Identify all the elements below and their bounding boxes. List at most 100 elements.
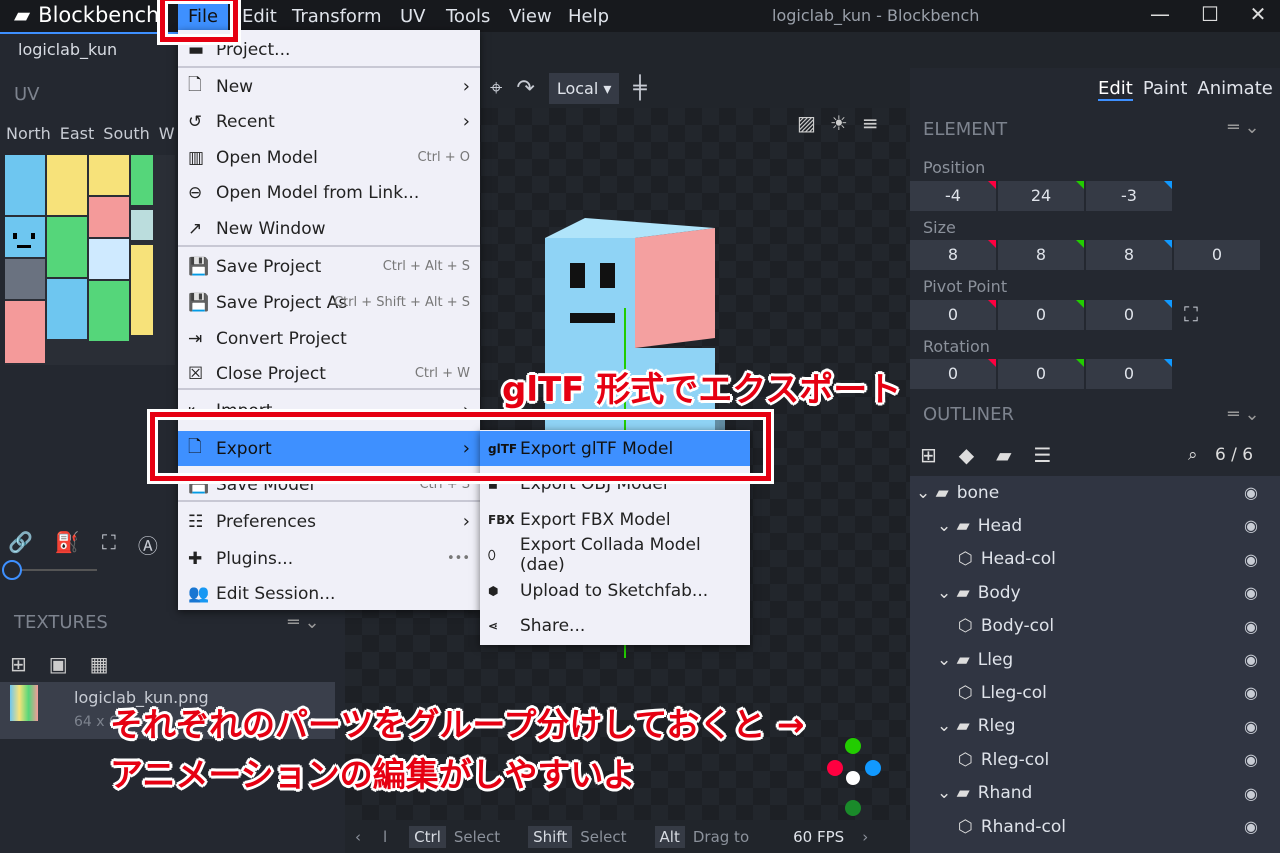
size-x[interactable]: 8 [910, 240, 996, 270]
file-menu-item-new[interactable]: 🗋 New › [178, 69, 480, 104]
visibility-eye-icon[interactable]: ◉ [1244, 817, 1258, 836]
file-menu-item-save-project-as[interactable]: 💾 Save Project As Ctrl + Shift + Alt + S [178, 285, 480, 320]
face-east[interactable]: East [60, 124, 95, 143]
collapse-icon[interactable]: ☰ [1034, 443, 1052, 467]
visibility-eye-icon[interactable]: ◉ [1244, 483, 1258, 502]
outliner-cube[interactable]: ⬡ Body-col ◉ [910, 610, 1270, 643]
auto-uv-icon[interactable]: Ⓐ [138, 530, 158, 559]
uv-zoom-slider[interactable] [2, 560, 97, 580]
outliner-group[interactable]: ⌄ ▰ Rleg ◉ [910, 710, 1270, 743]
file-menu-item-recent[interactable]: ↺ Recent › [178, 104, 480, 139]
outliner-group[interactable]: ⌄ ▰ Rhand ◉ [910, 777, 1270, 810]
minimize-button[interactable]: — [1145, 2, 1175, 26]
outliner-cube[interactable]: ⬡ Rhand-col ◉ [910, 810, 1270, 843]
outliner-group[interactable]: ⌄ ▰ bone ◉ [910, 476, 1270, 509]
lighting-icon[interactable]: ☀ [830, 111, 848, 135]
outliner-item-label: Head-col [980, 549, 1056, 570]
maximize-icon[interactable]: ⛶ [102, 530, 116, 559]
rotation-y[interactable]: 0 [998, 359, 1084, 389]
file-menu-item-edit-session[interactable]: 👥 Edit Session... [178, 576, 480, 611]
visibility-eye-icon[interactable]: ◉ [1244, 550, 1258, 569]
position-y[interactable]: 24 [998, 181, 1084, 211]
project-tab[interactable]: logiclab_kun [0, 32, 180, 68]
add-mesh-icon[interactable]: ◆ [959, 443, 974, 467]
maximize-button[interactable]: ☐ [1195, 2, 1225, 26]
paint-bucket-icon[interactable]: ⛽ [55, 530, 80, 559]
size-z[interactable]: 8 [1086, 240, 1172, 270]
position-x[interactable]: -4 [910, 181, 996, 211]
file-menu-item-save-project[interactable]: 💾 Save Project Ctrl + Alt + S [178, 249, 480, 284]
create-texture-icon[interactable]: ▦ [90, 652, 109, 676]
rotate-tool-icon[interactable]: ↷ [516, 76, 534, 101]
export-item-share[interactable]: ⋖ Share... [480, 609, 750, 644]
rotation-z[interactable]: 0 [1086, 359, 1172, 389]
center-icon[interactable]: ╪ [633, 76, 646, 101]
outliner-cube[interactable]: ⬡ Lleg-col ◉ [910, 676, 1270, 709]
outliner-item-label: Rhand [977, 783, 1033, 804]
import-texture-icon[interactable]: ▣ [49, 652, 68, 676]
face-south[interactable]: South [103, 124, 150, 143]
file-menu-item-plugins[interactable]: ✚ Plugins... ••• [178, 541, 480, 576]
mode-paint[interactable]: Paint [1143, 78, 1188, 101]
rotation-x[interactable]: 0 [910, 359, 996, 389]
file-menu-item-open-model[interactable]: ▥ Open Model Ctrl + O [178, 140, 480, 175]
export-item-upload-to-sketchfab[interactable]: ⬢ Upload to Sketchfab... [480, 573, 750, 608]
menu-view[interactable]: View [499, 4, 562, 30]
file-menu-item-open-model-from-link[interactable]: ⊖ Open Model from Link... [178, 175, 480, 210]
pivot-x[interactable]: 0 [910, 300, 996, 330]
link-icon[interactable]: 🔗 [8, 530, 33, 559]
scroll-right-icon[interactable]: › [862, 828, 868, 846]
visibility-eye-icon[interactable]: ◉ [1244, 784, 1258, 803]
outliner-group[interactable]: ⌄ ▰ Body ◉ [910, 576, 1270, 609]
file-menu-item-new-window[interactable]: ↗ New Window [178, 211, 480, 246]
mode-animate[interactable]: Animate [1197, 78, 1272, 101]
screenshot-icon[interactable]: ▨ [797, 111, 816, 135]
search-icon[interactable]: ⌕ [1188, 445, 1198, 465]
file-menu-item-convert-project[interactable]: ⇥ Convert Project [178, 321, 480, 356]
pivot-y[interactable]: 0 [998, 300, 1084, 330]
outliner-group[interactable]: ⌄ ▰ Head ◉ [910, 509, 1270, 542]
position-z[interactable]: -3 [1086, 181, 1172, 211]
menu-edit[interactable]: Edit [232, 4, 287, 30]
outliner-cube[interactable]: ⬡ Head-col ◉ [910, 543, 1270, 576]
size-y[interactable]: 8 [998, 240, 1084, 270]
visibility-eye-icon[interactable]: ◉ [1244, 683, 1258, 702]
visibility-eye-icon[interactable]: ◉ [1244, 583, 1258, 602]
visibility-eye-icon[interactable]: ◉ [1244, 650, 1258, 669]
face-west[interactable]: W [159, 124, 175, 143]
add-cube-icon[interactable]: ⊞ [920, 443, 937, 467]
mode-edit[interactable]: Edit [1098, 78, 1133, 101]
menu-tools[interactable]: Tools [436, 4, 500, 30]
inflate[interactable]: 0 [1174, 240, 1260, 270]
outliner-cube[interactable]: ⬡ Rleg-col ◉ [910, 743, 1270, 776]
panel-menu-icon[interactable]: ═ ⌄ [1228, 404, 1260, 425]
menu-uv[interactable]: UV [390, 4, 436, 30]
visibility-eye-icon[interactable]: ◉ [1244, 516, 1258, 535]
add-texture-icon[interactable]: ⊞ [10, 652, 27, 676]
pivot-tool-icon[interactable]: ⌖ [490, 76, 502, 101]
uv-texture-image [5, 155, 153, 363]
panel-menu-icon[interactable]: ═ ⌄ [1228, 117, 1260, 138]
outliner-group[interactable]: ⌄ ▰ Lleg ◉ [910, 643, 1270, 676]
outliner-search[interactable]: ⌕ 6 / 6 [1188, 445, 1253, 465]
visibility-eye-icon[interactable]: ◉ [1244, 750, 1258, 769]
pivot-z[interactable]: 0 [1086, 300, 1172, 330]
menu-transform[interactable]: Transform [282, 4, 392, 30]
center-pivot-icon[interactable]: ⛶ [1184, 302, 1198, 326]
uv-texture-editor[interactable] [5, 155, 175, 365]
menu-help[interactable]: Help [558, 4, 619, 30]
panel-menu-icon[interactable]: ═ ⌄ [288, 612, 320, 633]
transform-space-select[interactable]: Local ▾ [548, 72, 620, 104]
scroll-left-icon[interactable]: ‹ [355, 828, 361, 846]
file-menu-item-close-project[interactable]: ☒ Close Project Ctrl + W [178, 356, 480, 391]
face-north[interactable]: North [6, 124, 51, 143]
visibility-eye-icon[interactable]: ◉ [1244, 617, 1258, 636]
textures-panel-title: TEXTURES [14, 612, 108, 633]
export-item-export-collada-model-dae[interactable]: ⬯ Export Collada Model (dae) [480, 535, 750, 575]
add-group-icon[interactable]: ▰ [996, 443, 1011, 467]
file-menu-item-preferences[interactable]: ☷ Preferences › [178, 504, 480, 539]
menu-icon[interactable]: ≡ [862, 111, 879, 135]
export-item-export-fbx-model[interactable]: FBX Export FBX Model [480, 502, 750, 537]
close-button[interactable]: ✕ [1243, 2, 1273, 26]
visibility-eye-icon[interactable]: ◉ [1244, 717, 1258, 736]
